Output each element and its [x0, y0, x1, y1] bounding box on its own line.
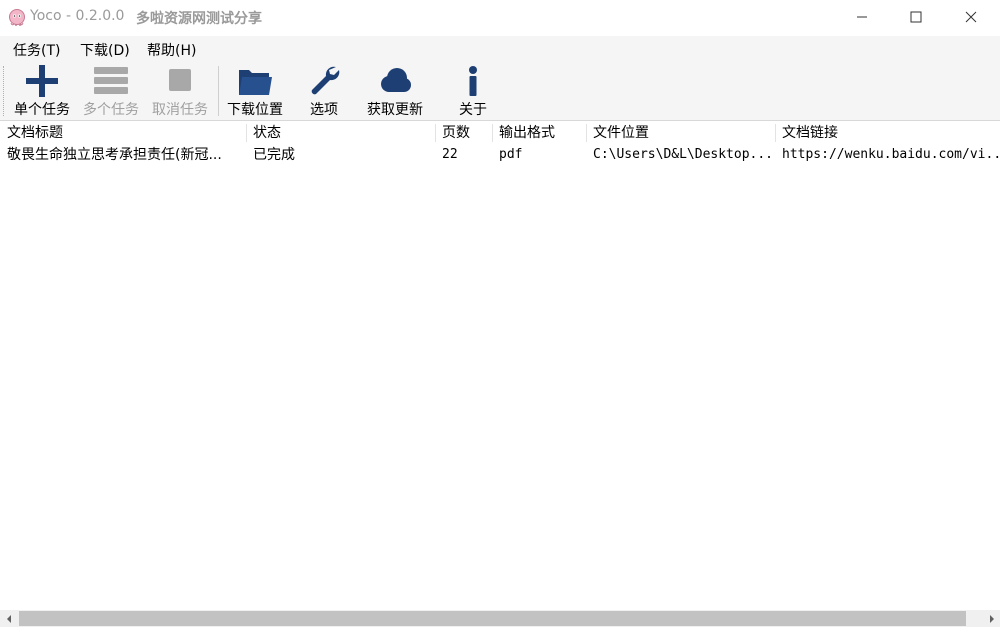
chevron-left-icon: [6, 614, 11, 623]
minimize-icon: [857, 16, 867, 18]
cancel-task-button[interactable]: 取消任务: [146, 60, 214, 120]
column-header-link[interactable]: 文档链接: [775, 122, 1000, 144]
single-task-button[interactable]: 单个任务: [8, 60, 76, 120]
multi-task-label: 多个任务: [83, 102, 139, 118]
title-bar: Yoco - 0.2.0.0 多啦资源网测试分享: [0, 0, 1000, 34]
folder-icon: [239, 70, 272, 95]
info-icon: [469, 66, 477, 96]
cell-location: C:\Users\D&L\Desktop...: [593, 147, 774, 162]
cell-link: https://wenku.baidu.com/vi...: [782, 147, 1000, 162]
download-location-label: 下载位置: [227, 102, 283, 118]
multi-task-button[interactable]: 多个任务: [77, 60, 145, 120]
maximize-icon: [910, 11, 922, 23]
menu-download[interactable]: 下载(D): [80, 40, 130, 60]
column-header-format[interactable]: 输出格式: [492, 122, 586, 144]
cancel-task-label: 取消任务: [152, 102, 208, 118]
toolbar-separator: [218, 66, 219, 116]
column-header-location[interactable]: 文件位置: [586, 122, 775, 144]
cell-status: 已完成: [253, 147, 295, 163]
get-update-label: 获取更新: [367, 102, 423, 118]
window-subtitle: 多啦资源网测试分享: [136, 11, 262, 27]
minimize-button[interactable]: [839, 0, 885, 34]
get-update-button[interactable]: 获取更新: [362, 60, 428, 120]
wrench-icon: [311, 66, 340, 95]
download-location-button[interactable]: 下载位置: [222, 60, 288, 120]
column-header-title[interactable]: 文档标题: [0, 122, 246, 144]
table-row[interactable]: 敬畏生命独立思考承担责任(新冠... 已完成 22 pdf C:\Users\D…: [0, 144, 1000, 166]
maximize-button[interactable]: [893, 0, 939, 34]
column-header-status[interactable]: 状态: [246, 122, 435, 144]
close-button[interactable]: [948, 0, 994, 34]
scroll-left-button[interactable]: [0, 610, 17, 627]
horizontal-scrollbar[interactable]: [0, 610, 1000, 627]
scroll-right-button[interactable]: [983, 610, 1000, 627]
chevron-right-icon: [989, 614, 994, 623]
options-label: 选项: [310, 102, 338, 118]
about-button[interactable]: 关于: [446, 60, 500, 120]
menu-bar: 任务(T) 下载(D) 帮助(H): [0, 36, 1000, 60]
cloud-icon: [381, 68, 411, 92]
options-button[interactable]: 选项: [297, 60, 351, 120]
octopus-app-icon: [9, 9, 25, 26]
about-label: 关于: [459, 102, 487, 118]
toolbar: 单个任务 多个任务 取消任务 下载位置 选项 获取更新 关于: [0, 60, 1000, 121]
cell-pages: 22: [442, 147, 458, 162]
list-icon: [94, 67, 128, 94]
window-title: Yoco - 0.2.0.0: [30, 8, 125, 24]
scrollbar-thumb[interactable]: [19, 611, 966, 626]
toolbar-grip[interactable]: [3, 66, 4, 116]
menu-task[interactable]: 任务(T): [13, 40, 60, 60]
plus-icon: [26, 65, 58, 97]
menu-help[interactable]: 帮助(H): [147, 40, 196, 60]
task-list[interactable]: 文档标题 状态 页数 输出格式 文件位置 文档链接 敬畏生命独立思考承担责任(新…: [0, 122, 1000, 610]
cell-format: pdf: [499, 147, 523, 162]
table-header: 文档标题 状态 页数 输出格式 文件位置 文档链接: [0, 122, 1000, 144]
cell-title: 敬畏生命独立思考承担责任(新冠...: [7, 147, 222, 163]
single-task-label: 单个任务: [14, 102, 70, 118]
column-header-pages[interactable]: 页数: [435, 122, 492, 144]
stop-icon: [169, 69, 191, 91]
close-icon: [965, 11, 977, 23]
